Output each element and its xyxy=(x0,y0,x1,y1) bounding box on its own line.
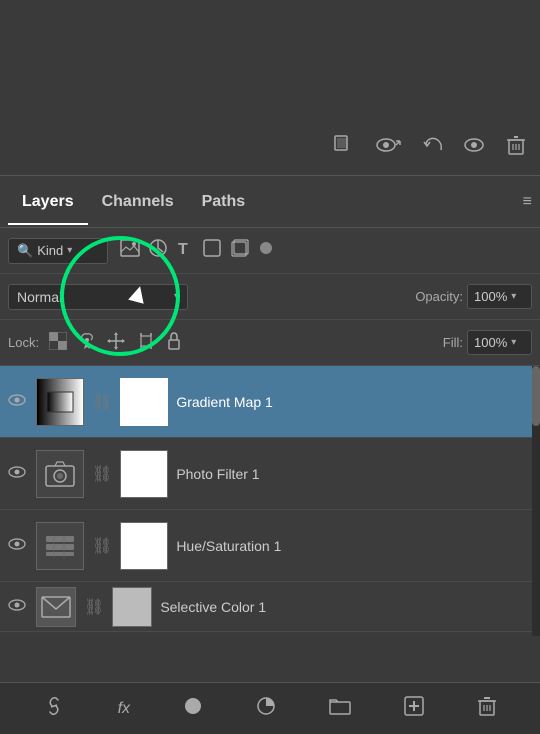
lock-artboard-icon[interactable] xyxy=(135,330,157,355)
blend-mode-value: Normal xyxy=(17,289,62,305)
kind-filter-icons: T xyxy=(120,238,274,263)
search-icon: 🔍 xyxy=(17,243,33,259)
layer-link-icon: ⛓ xyxy=(92,536,112,556)
blend-mode-chevron: ▾ xyxy=(174,291,179,302)
fill-chevron: ▾ xyxy=(511,337,516,348)
eye-filter-icon[interactable] xyxy=(462,133,486,163)
image-filter-icon[interactable] xyxy=(120,239,140,262)
layer-link-icon: ⛓ xyxy=(84,597,104,617)
blend-row: Normal ▾ Opacity: 100% ▾ xyxy=(0,274,540,320)
opacity-value: 100% xyxy=(474,289,507,304)
circle-filter-icon[interactable] xyxy=(258,240,274,261)
layers-panel: Layers Channels Paths ≡ 🔍 Kind ▾ xyxy=(0,175,540,636)
add-layer-icon[interactable] xyxy=(404,696,424,721)
layer-item[interactable]: ⛓ Hue/Saturation 1 xyxy=(0,510,540,582)
layer-item[interactable]: ⛓ Selective Color 1 xyxy=(0,582,540,632)
new-fill-layer-icon[interactable] xyxy=(183,696,203,721)
opacity-chevron: ▾ xyxy=(511,291,516,302)
adjustment-filter-icon[interactable] xyxy=(148,238,168,263)
layer-scrollbar-thumb[interactable] xyxy=(532,366,540,426)
undo-icon[interactable] xyxy=(420,133,444,163)
lock-image-icon[interactable] xyxy=(77,330,97,355)
lock-row: Lock: xyxy=(0,320,540,366)
panel-menu-icon[interactable]: ≡ xyxy=(523,193,532,211)
layer-effect-thumb xyxy=(36,522,84,570)
fill-group: Fill: 100% ▾ xyxy=(443,330,532,355)
top-toolbar xyxy=(0,0,540,175)
layer-name: Gradient Map 1 xyxy=(176,394,273,410)
layer-effect-thumb xyxy=(36,378,84,426)
layer-name: Photo Filter 1 xyxy=(176,466,259,482)
layer-item[interactable]: ⛓ Gradient Map 1 xyxy=(0,366,540,438)
layer-mask-thumb xyxy=(120,522,168,570)
layer-scrollbar[interactable] xyxy=(532,366,540,636)
layer-thumbnails: ⛓ xyxy=(36,587,152,627)
bottom-toolbar: fx xyxy=(0,682,540,734)
fill-input[interactable]: 100% ▾ xyxy=(467,330,532,355)
trash-icon[interactable] xyxy=(504,133,528,163)
text-filter-icon[interactable]: T xyxy=(176,238,194,263)
opacity-label: Opacity: xyxy=(415,289,463,304)
layer-visibility-toggle[interactable] xyxy=(8,598,26,615)
blend-mode-select[interactable]: Normal ▾ xyxy=(8,284,188,310)
layer-name: Selective Color 1 xyxy=(160,599,266,615)
fill-label: Fill: xyxy=(443,335,463,350)
lock-label: Lock: xyxy=(8,335,39,350)
layer-thumbnails: ⛓ xyxy=(36,378,168,426)
visibility-icon[interactable] xyxy=(374,133,402,163)
svg-text:T: T xyxy=(178,241,188,258)
fx-label[interactable]: fx xyxy=(118,700,130,718)
layer-visibility-toggle[interactable] xyxy=(8,465,26,482)
selection-tool-icon[interactable] xyxy=(332,133,356,163)
kind-select[interactable]: 🔍 Kind ▾ xyxy=(8,238,108,264)
shape-filter-icon[interactable] xyxy=(202,238,222,263)
adjustment-layer-icon[interactable] xyxy=(256,696,276,721)
layer-item[interactable]: ⛓ Photo Filter 1 xyxy=(0,438,540,510)
layer-thumbnails: ⛓ xyxy=(36,522,168,570)
layer-list: ⛓ Gradient Map 1 xyxy=(0,366,540,636)
layer-effect-thumb xyxy=(36,450,84,498)
opacity-input[interactable]: 100% ▾ xyxy=(467,284,532,309)
layer-link-icon: ⛓ xyxy=(92,392,112,412)
tab-paths[interactable]: Paths xyxy=(188,179,260,225)
lock-position-icon[interactable] xyxy=(105,330,127,355)
tabs-row: Layers Channels Paths ≡ xyxy=(0,176,540,228)
layer-name: Hue/Saturation 1 xyxy=(176,538,281,554)
tab-layers[interactable]: Layers xyxy=(8,179,88,225)
link-icon[interactable] xyxy=(43,697,65,720)
opacity-group: Opacity: 100% ▾ xyxy=(415,284,532,309)
kind-chevron: ▾ xyxy=(67,245,72,256)
layer-effect-thumb xyxy=(36,587,76,627)
delete-layer-icon[interactable] xyxy=(477,695,497,722)
lock-transparency-icon[interactable] xyxy=(47,330,69,355)
group-layers-icon[interactable] xyxy=(329,697,351,720)
fill-value: 100% xyxy=(474,335,507,350)
layer-link-icon: ⛓ xyxy=(92,464,112,484)
layer-visibility-toggle[interactable] xyxy=(8,393,26,410)
tab-channels[interactable]: Channels xyxy=(88,179,188,225)
smartobject-filter-icon[interactable] xyxy=(230,238,250,263)
kind-label: Kind xyxy=(37,243,63,258)
layer-mask-thumb xyxy=(120,378,168,426)
layer-thumbnails: ⛓ xyxy=(36,450,168,498)
lock-all-icon[interactable] xyxy=(165,330,183,355)
layer-visibility-toggle[interactable] xyxy=(8,537,26,554)
layer-mask-thumb xyxy=(112,587,152,627)
kind-row: 🔍 Kind ▾ T xyxy=(0,228,540,274)
layer-mask-thumb xyxy=(120,450,168,498)
